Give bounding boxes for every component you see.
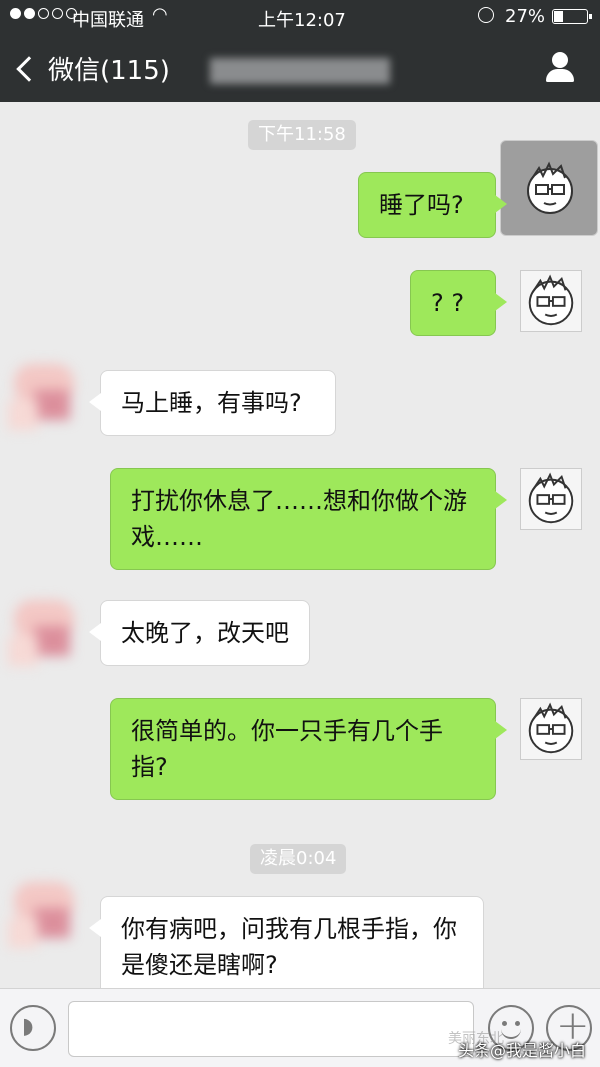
my-avatar[interactable] <box>520 270 582 332</box>
message-bubble-incoming[interactable]: 马上睡，有事吗? <box>89 370 336 436</box>
message-bubble-outgoing[interactable]: 打扰你休息了……想和你做个游戏…… <box>110 468 507 570</box>
top-bar: 中国联通 ◠ 上午12:07 27% 微信(115) <box>0 0 600 102</box>
chat-area[interactable]: 下午11:58 睡了吗? ? ? 马上睡，有事吗? 打扰你休息了……想和你做个游… <box>0 102 600 988</box>
nav-bar: 微信(115) <box>0 34 600 102</box>
profile-icon[interactable] <box>544 52 576 84</box>
status-time: 上午12:07 <box>258 10 346 31</box>
carrier-name: 中国联通 <box>72 10 144 31</box>
contact-avatar[interactable] <box>4 878 94 958</box>
message-bubble-outgoing[interactable]: ? ? <box>410 270 507 336</box>
message-bubble-incoming[interactable]: 太晚了，改天吧 <box>89 600 310 666</box>
contact-avatar[interactable] <box>4 596 94 676</box>
battery-percent: 27% <box>505 6 546 27</box>
timestamp: 凌晨0:04 <box>250 844 347 874</box>
contact-avatar[interactable] <box>4 360 94 440</box>
my-avatar[interactable] <box>520 698 582 760</box>
status-bar: 中国联通 ◠ 上午12:07 27% <box>0 0 600 34</box>
watermark: 头条@我是酱小白 <box>458 1041 587 1060</box>
message-input[interactable] <box>68 1001 474 1057</box>
message-text: 你有病吧，问我有几根手指，你是傻还是瞎啊? <box>121 915 457 979</box>
my-avatar[interactable] <box>520 468 582 530</box>
message-text: 很简单的。你一只手有几个手指? <box>131 717 443 781</box>
battery-icon <box>552 9 592 24</box>
my-avatar[interactable] <box>500 140 598 236</box>
chevron-left-icon <box>16 55 42 82</box>
back-label: 微信(115) <box>48 56 170 86</box>
message-text: 太晚了，改天吧 <box>121 619 289 647</box>
message-text: ? ? <box>431 289 465 317</box>
message-bubble-incoming[interactable]: 你有病吧，问我有几根手指，你是傻还是瞎啊? <box>89 896 484 988</box>
rotation-lock-icon <box>478 7 494 23</box>
voice-icon[interactable]: ◗ <box>10 1005 56 1051</box>
message-text: 睡了吗? <box>379 191 464 219</box>
back-button[interactable]: 微信(115) <box>14 50 170 87</box>
message-text: 马上睡，有事吗? <box>121 389 302 417</box>
wifi-icon: ◠ <box>152 4 168 25</box>
chat-title-blurred <box>210 58 390 84</box>
message-bubble-outgoing[interactable]: 很简单的。你一只手有几个手指? <box>110 698 507 800</box>
message-bubble-outgoing[interactable]: 睡了吗? <box>358 172 507 238</box>
signal-icon <box>10 8 77 19</box>
message-text: 打扰你休息了……想和你做个游戏…… <box>131 487 467 551</box>
timestamp: 下午11:58 <box>248 120 356 150</box>
